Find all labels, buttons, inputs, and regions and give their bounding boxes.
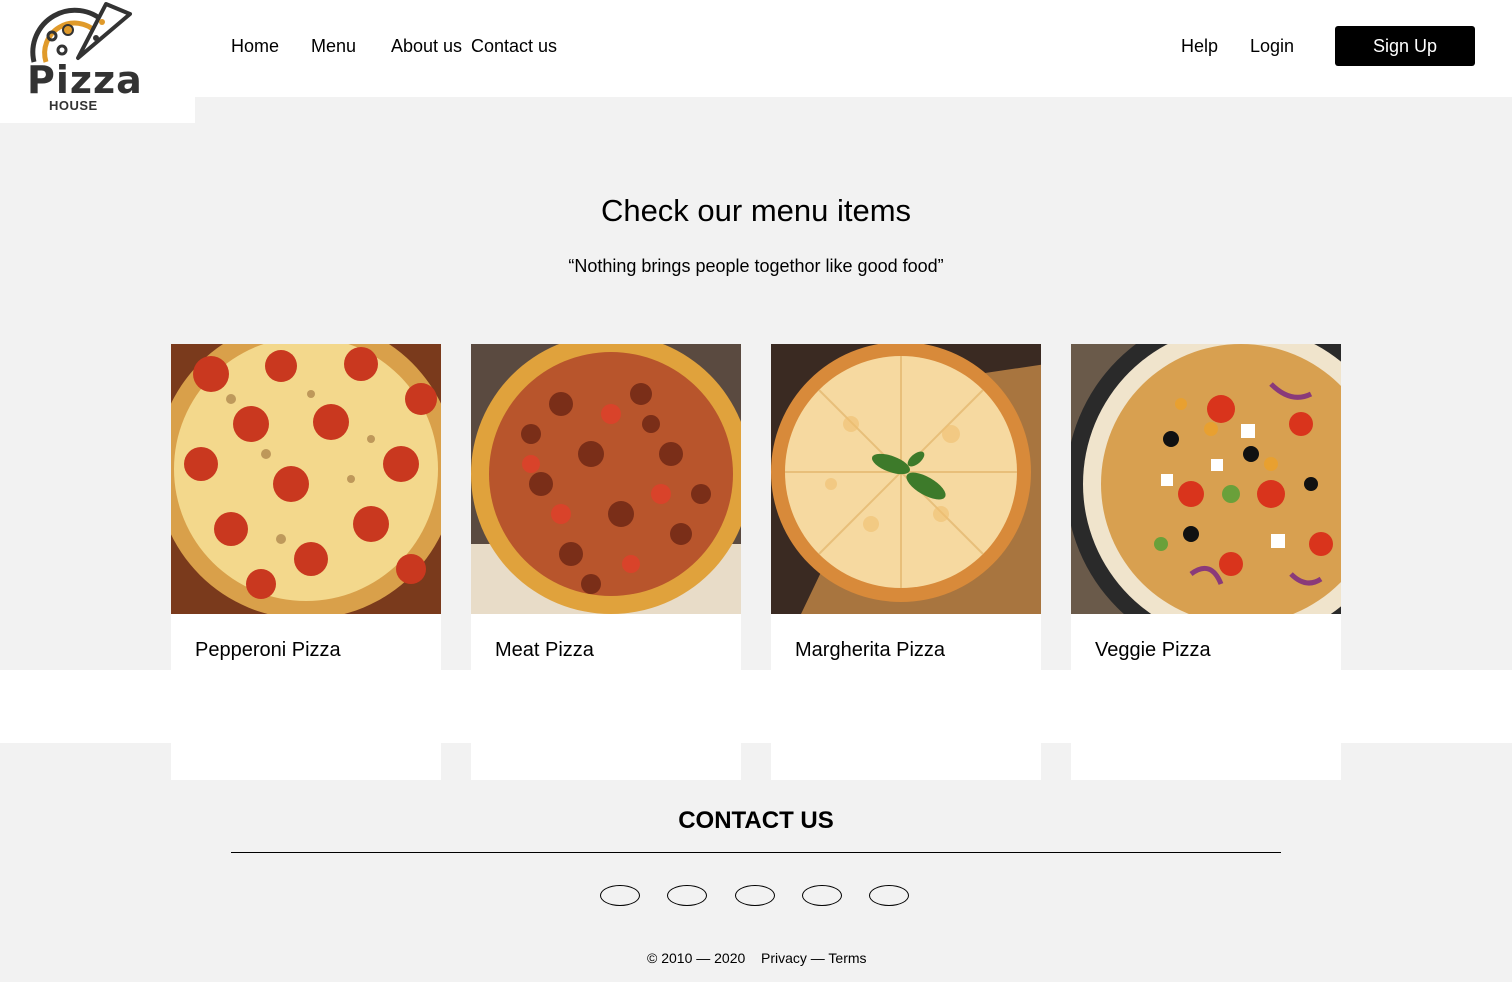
nav-login[interactable]: Login bbox=[1250, 36, 1294, 57]
logo-wordmark: Pizza bbox=[27, 58, 143, 102]
logo[interactable]: Pizza HOUSE bbox=[0, 0, 195, 123]
social-icon[interactable] bbox=[667, 885, 707, 906]
divider bbox=[231, 852, 1281, 853]
menu-item-name: Meat Pizza bbox=[495, 639, 594, 661]
social-icon[interactable] bbox=[869, 885, 909, 906]
margherita-pizza-image bbox=[771, 344, 1041, 614]
menu-item-name: Veggie Pizza bbox=[1095, 639, 1211, 661]
menu-card-veggie[interactable]: Veggie Pizza bbox=[1071, 344, 1341, 780]
copyright: © 2010 — 2020 bbox=[647, 950, 746, 966]
nav-help[interactable]: Help bbox=[1181, 36, 1218, 57]
menu-card-pepperoni[interactable]: Pepperoni Pizza bbox=[171, 344, 441, 780]
privacy-terms-links[interactable]: Privacy — Terms bbox=[761, 950, 867, 966]
page-title: Check our menu items bbox=[600, 193, 912, 228]
nav-about-us[interactable]: About us bbox=[391, 36, 462, 57]
sign-up-button[interactable]: Sign Up bbox=[1335, 26, 1475, 66]
social-icon[interactable] bbox=[802, 885, 842, 906]
pepperoni-pizza-image bbox=[171, 344, 441, 614]
menu-card-meat[interactable]: Meat Pizza bbox=[471, 344, 741, 780]
menu-item-name: Margherita Pizza bbox=[795, 639, 946, 661]
menu-item-name: Pepperoni Pizza bbox=[195, 639, 341, 661]
nav-contact-us[interactable]: Contact us bbox=[471, 36, 557, 57]
page-tagline: “Nothing brings people togethor like goo… bbox=[568, 256, 944, 276]
nav-menu[interactable]: Menu bbox=[311, 36, 356, 57]
meat-pizza-image bbox=[471, 344, 741, 614]
logo-subtitle: HOUSE bbox=[49, 98, 98, 113]
social-icon[interactable] bbox=[600, 885, 640, 906]
social-links bbox=[600, 885, 912, 909]
menu-card-margherita[interactable]: Margherita Pizza bbox=[771, 344, 1041, 780]
social-icon[interactable] bbox=[735, 885, 775, 906]
nav-home[interactable]: Home bbox=[231, 36, 279, 57]
veggie-pizza-image bbox=[1071, 344, 1341, 614]
contact-us-heading: CONTACT US bbox=[678, 807, 834, 834]
